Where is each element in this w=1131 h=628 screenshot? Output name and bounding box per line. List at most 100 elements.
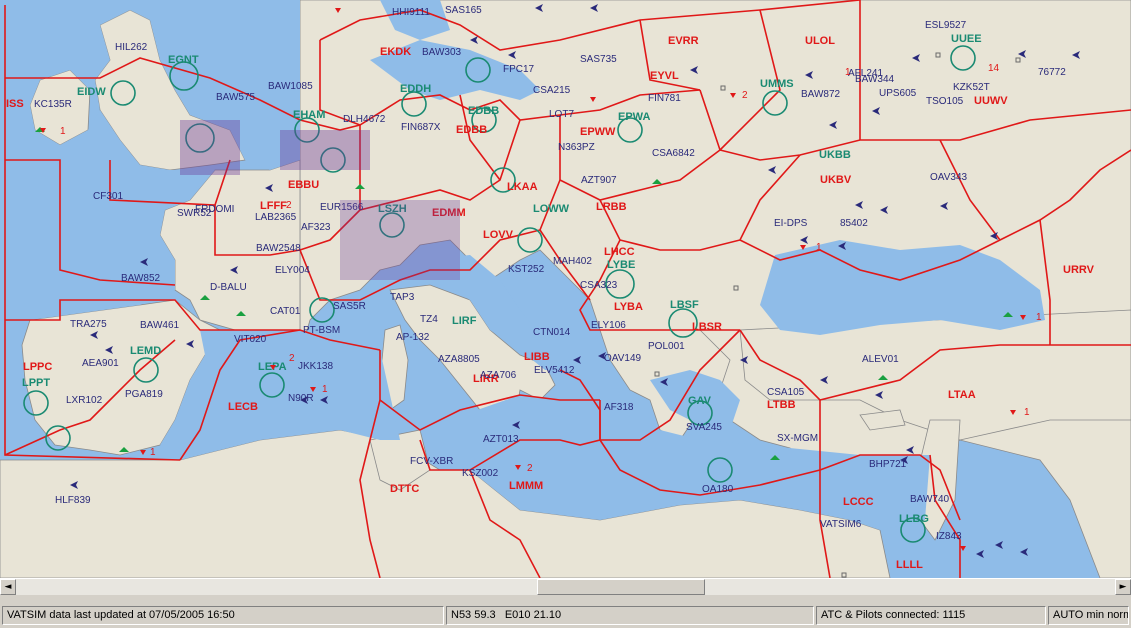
svg-text:EVRR: EVRR [668,35,699,47]
svg-text:ELY004: ELY004 [275,265,310,276]
scroll-thumb[interactable] [537,579,705,595]
scroll-right-button[interactable]: ► [1115,579,1131,595]
svg-text:CSA323: CSA323 [580,280,618,291]
svg-text:ESL9527: ESL9527 [925,20,967,31]
svg-text:TSO105: TSO105 [926,96,964,107]
svg-text:UUEE: UUEE [951,33,982,45]
svg-text:1: 1 [816,242,822,253]
svg-text:IZ843: IZ843 [936,531,962,542]
svg-text:LLBG: LLBG [899,513,929,525]
svg-text:AEA901: AEA901 [82,358,119,369]
svg-text:PGA819: PGA819 [125,389,163,400]
svg-text:N90R: N90R [288,393,314,404]
svg-text:BAW575: BAW575 [216,92,256,103]
svg-text:LAB2365: LAB2365 [255,212,297,223]
svg-text:EYVL: EYVL [650,70,679,82]
svg-text:SWR52: SWR52 [177,208,212,219]
svg-text:KZK52T: KZK52T [953,82,990,93]
svg-text:FPC17: FPC17 [503,64,535,75]
scroll-left-button[interactable]: ◄ [0,579,16,595]
svg-text:FCV-XBR: FCV-XBR [410,456,453,467]
svg-text:85402: 85402 [840,218,868,229]
svg-text:LXR102: LXR102 [66,395,103,406]
svg-text:BAW852: BAW852 [121,273,161,284]
svg-text:VIT020: VIT020 [234,334,267,345]
svg-text:LYBA: LYBA [614,301,643,313]
mode-pane[interactable]: AUTO min norm [1048,606,1129,625]
svg-text:DTTC: DTTC [390,483,419,495]
svg-text:SAS165: SAS165 [445,5,482,16]
svg-text:HLF839: HLF839 [55,495,91,506]
svg-text:LRBB: LRBB [596,201,627,213]
svg-text:UUWV: UUWV [974,95,1008,107]
svg-text:BAW2548: BAW2548 [256,243,301,254]
svg-text:BAW740: BAW740 [910,494,950,505]
svg-text:N363PZ: N363PZ [558,142,595,153]
svg-text:ELY106: ELY106 [591,320,626,331]
svg-text:BAW872: BAW872 [801,89,841,100]
svg-text:HHI9111: HHI9111 [392,7,430,18]
svg-text:LIBB: LIBB [524,351,550,363]
svg-text:BAW303: BAW303 [422,47,462,58]
svg-text:POL001: POL001 [648,341,685,352]
svg-text:BAW344: BAW344 [855,74,895,85]
svg-text:EDDH: EDDH [400,83,431,95]
svg-text:BAW461: BAW461 [140,320,180,331]
svg-text:CSA6842: CSA6842 [652,148,695,159]
svg-text:AP-132: AP-132 [396,332,430,343]
svg-text:URRV: URRV [1063,264,1095,276]
svg-text:UMMS: UMMS [760,78,794,90]
svg-text:2: 2 [742,90,748,101]
connected-count-pane: ATC & Pilots connected: 1115 [816,606,1046,625]
svg-text:OAV149: OAV149 [604,353,641,364]
svg-text:2: 2 [527,463,533,474]
svg-text:LYBE: LYBE [607,259,635,271]
svg-text:EPWW: EPWW [580,126,616,138]
svg-text:AF318: AF318 [604,402,634,413]
svg-text:LECB: LECB [228,401,258,413]
svg-text:MAH402: MAH402 [553,256,592,267]
svg-text:JKK138: JKK138 [298,361,333,372]
svg-text:EGNT: EGNT [168,54,199,66]
svg-text:BHP721: BHP721 [869,459,907,470]
svg-text:UKBB: UKBB [819,149,851,161]
svg-text:TRA275: TRA275 [70,319,107,330]
status-bar: VATSIM data last updated at 07/05/2005 1… [0,604,1131,628]
svg-text:76772: 76772 [1038,67,1066,78]
svg-text:FIN687X: FIN687X [401,122,441,133]
svg-text:LOVV: LOVV [483,229,514,241]
svg-text:ISS: ISS [6,98,24,110]
svg-text:1: 1 [1036,312,1042,323]
svg-text:D-BALU: D-BALU [210,282,247,293]
svg-text:14: 14 [988,63,1000,74]
svg-text:LOT7: LOT7 [549,109,574,120]
svg-text:LOWW: LOWW [533,203,570,215]
svg-text:1: 1 [845,67,851,78]
svg-text:UPS605: UPS605 [879,88,917,99]
svg-text:LHCC: LHCC [604,246,635,258]
svg-text:LMMM: LMMM [509,480,543,492]
svg-text:VATSIM6: VATSIM6 [820,519,862,530]
longitude-readout: E010 21.10 [504,609,562,621]
svg-text:AZA8805: AZA8805 [438,354,480,365]
radar-map[interactable]: EKDK EVRR ULOL EYVL EDBB EPWW EBBU LFFF EDMM… [0,0,1131,578]
svg-text:KC135R: KC135R [34,99,72,110]
svg-text:OAV343: OAV343 [930,172,967,183]
svg-text:EPWA: EPWA [618,111,650,123]
svg-text:AF323: AF323 [301,222,331,233]
map-canvas[interactable]: EKDKEVRR ULOLEYVL EDBB EPWW EBBULFFF EDMM… [0,0,1131,578]
svg-text:DLH4672: DLH4672 [343,114,386,125]
svg-text:GAV: GAV [688,395,712,407]
svg-text:LIRF: LIRF [452,315,477,327]
svg-text:LBSF: LBSF [670,299,699,311]
svg-text:SAS5R: SAS5R [333,301,366,312]
svg-text:AZT013: AZT013 [483,434,519,445]
svg-text:SX-MGM: SX-MGM [777,433,818,444]
svg-text:KSZ002: KSZ002 [462,468,499,479]
svg-text:LPPT: LPPT [22,377,50,389]
svg-text:ALEV01: ALEV01 [862,354,899,365]
svg-text:AZT907: AZT907 [581,175,617,186]
svg-text:HIL262: HIL262 [115,42,148,53]
svg-text:LTAA: LTAA [948,389,976,401]
horizontal-scrollbar[interactable]: ◄ ► [0,578,1131,595]
